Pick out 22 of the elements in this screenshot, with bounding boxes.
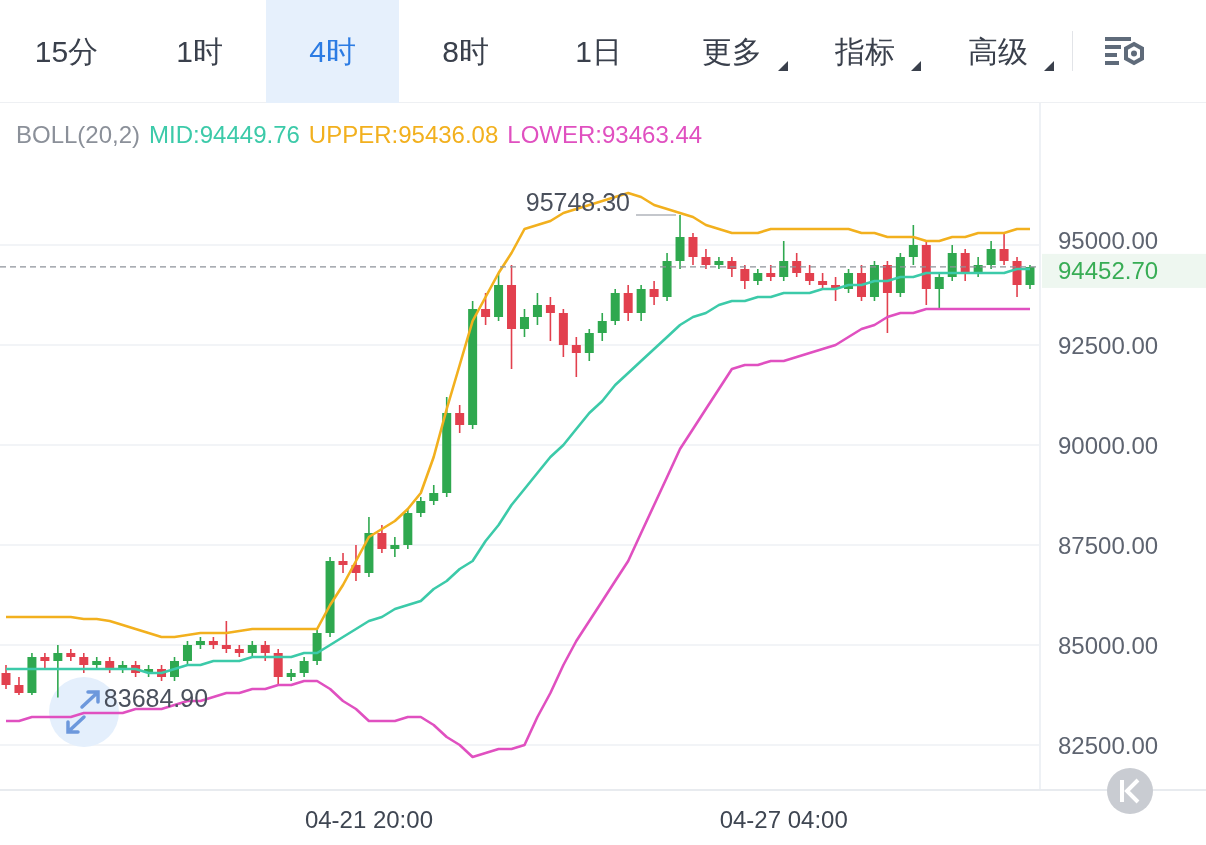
axis-label: 95000.00 — [1058, 227, 1159, 254]
last-price-label: 94452.70 — [1058, 256, 1159, 284]
axis-label: 90000.00 — [1058, 432, 1159, 459]
period-tab[interactable]: 4时 — [266, 0, 399, 103]
low-price-label: 83684.90 — [103, 683, 209, 712]
indicator-value: UPPER:95436.08 — [308, 121, 499, 148]
indicator-value: MID:94449.76 — [149, 121, 300, 148]
period-tab[interactable]: 1时 — [133, 0, 266, 103]
indicator-value: LOWER:93463.44 — [507, 121, 703, 148]
indicator-name: BOLL(20,2) — [16, 121, 141, 148]
axis-label: 04-27 04:00 — [719, 806, 848, 833]
dropdown-tab[interactable]: 高级 — [931, 0, 1064, 103]
period-tab[interactable]: 15分 — [0, 0, 133, 103]
axis-label: 87500.00 — [1058, 532, 1159, 559]
dropdown-tab[interactable]: 更多 — [665, 0, 798, 103]
axis-label: 92500.00 — [1058, 332, 1159, 359]
axis-label: 04-21 20:00 — [304, 806, 433, 833]
period-tab[interactable]: 1日 — [532, 0, 665, 103]
axis-label: 85000.00 — [1058, 632, 1159, 659]
dropdown-tab[interactable]: 指标 — [798, 0, 931, 103]
period-tab[interactable]: 8时 — [399, 0, 532, 103]
axis-label: 82500.00 — [1058, 732, 1159, 759]
